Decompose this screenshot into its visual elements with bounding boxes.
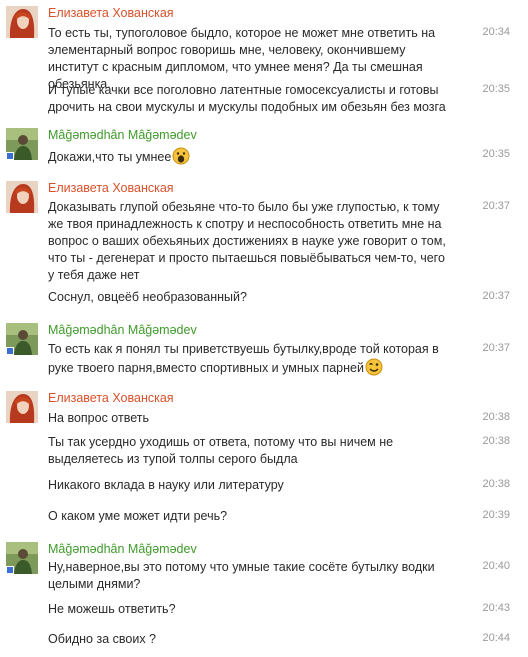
message-text: И тупые качки все поголовно латентные го… [48, 83, 446, 114]
message-text: На вопрос ответь [48, 411, 149, 425]
message-time: 20:37 [482, 290, 510, 302]
message-time: 20:38 [482, 435, 510, 447]
message-time: 20:43 [482, 602, 510, 614]
message-text: О каком уме может идти речь? [48, 509, 228, 523]
message-text: Никакого вклада в науку или литературу [48, 478, 284, 492]
avatar[interactable] [6, 391, 38, 423]
sender-name[interactable]: Mâğəmədhân Mâğəmədev [48, 128, 197, 142]
message-time: 20:40 [482, 560, 510, 572]
message-time: 20:34 [482, 26, 510, 38]
message-time: 20:38 [482, 478, 510, 490]
message-time: 20:37 [482, 200, 510, 212]
online-status-icon [6, 152, 14, 160]
online-status-icon [6, 347, 14, 355]
sender-name[interactable]: Елизавета Хованская [48, 181, 174, 195]
message-text: Соснул, овцеёб необразованный? [48, 290, 247, 304]
winking-smiley-icon [365, 358, 383, 381]
avatar[interactable] [6, 181, 38, 213]
avatar[interactable] [6, 128, 38, 160]
message-text: Ну,наверное,вы это потому что умные таки… [48, 560, 435, 591]
sender-name[interactable]: Елизавета Хованская [48, 6, 174, 20]
message-text: Ты так усердно уходишь от ответа, потому… [48, 435, 394, 466]
message-time: 20:35 [482, 148, 510, 160]
message-text: Обидно за своих ? [48, 632, 157, 646]
sender-name[interactable]: Mâğəmədhân Mâğəmədev [48, 323, 197, 337]
message-text: Докажи,что ты умнее [48, 147, 453, 170]
sender-name[interactable]: Mâğəmədhân Mâğəmədev [48, 542, 197, 556]
screaming-smiley-icon [172, 147, 190, 170]
avatar[interactable] [6, 323, 38, 355]
online-status-icon [6, 566, 14, 574]
message-text: То есть как я понял ты приветствуешь бут… [48, 341, 453, 381]
message-time: 20:44 [482, 632, 510, 644]
message-text: Не можешь ответить? [48, 602, 176, 616]
message-time: 20:37 [482, 342, 510, 354]
avatar[interactable] [6, 542, 38, 574]
message-time: 20:38 [482, 411, 510, 423]
sender-name[interactable]: Елизавета Хованская [48, 391, 174, 405]
message-time: 20:39 [482, 509, 510, 521]
message-time: 20:35 [482, 83, 510, 95]
message-text: Доказывать глупой обезьяне что-то было б… [48, 200, 446, 282]
avatar[interactable] [6, 6, 38, 38]
